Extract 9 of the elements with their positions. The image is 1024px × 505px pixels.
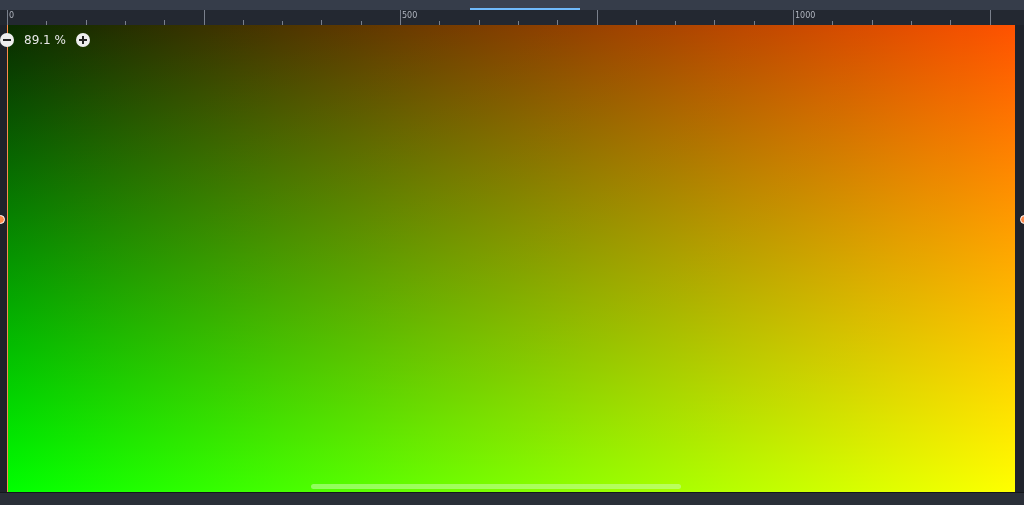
active-tab-indicator[interactable] — [470, 0, 580, 10]
zoom-out-button[interactable] — [0, 33, 14, 47]
zoom-level: 89.1 % — [24, 33, 66, 47]
scrollbar[interactable] — [311, 484, 681, 489]
minus-icon — [3, 36, 11, 44]
plus-icon — [78, 36, 87, 44]
ruler-label: 0 — [9, 11, 15, 21]
ruler-label: 1000 — [795, 11, 816, 21]
ruler-label: 500 — [402, 11, 418, 21]
